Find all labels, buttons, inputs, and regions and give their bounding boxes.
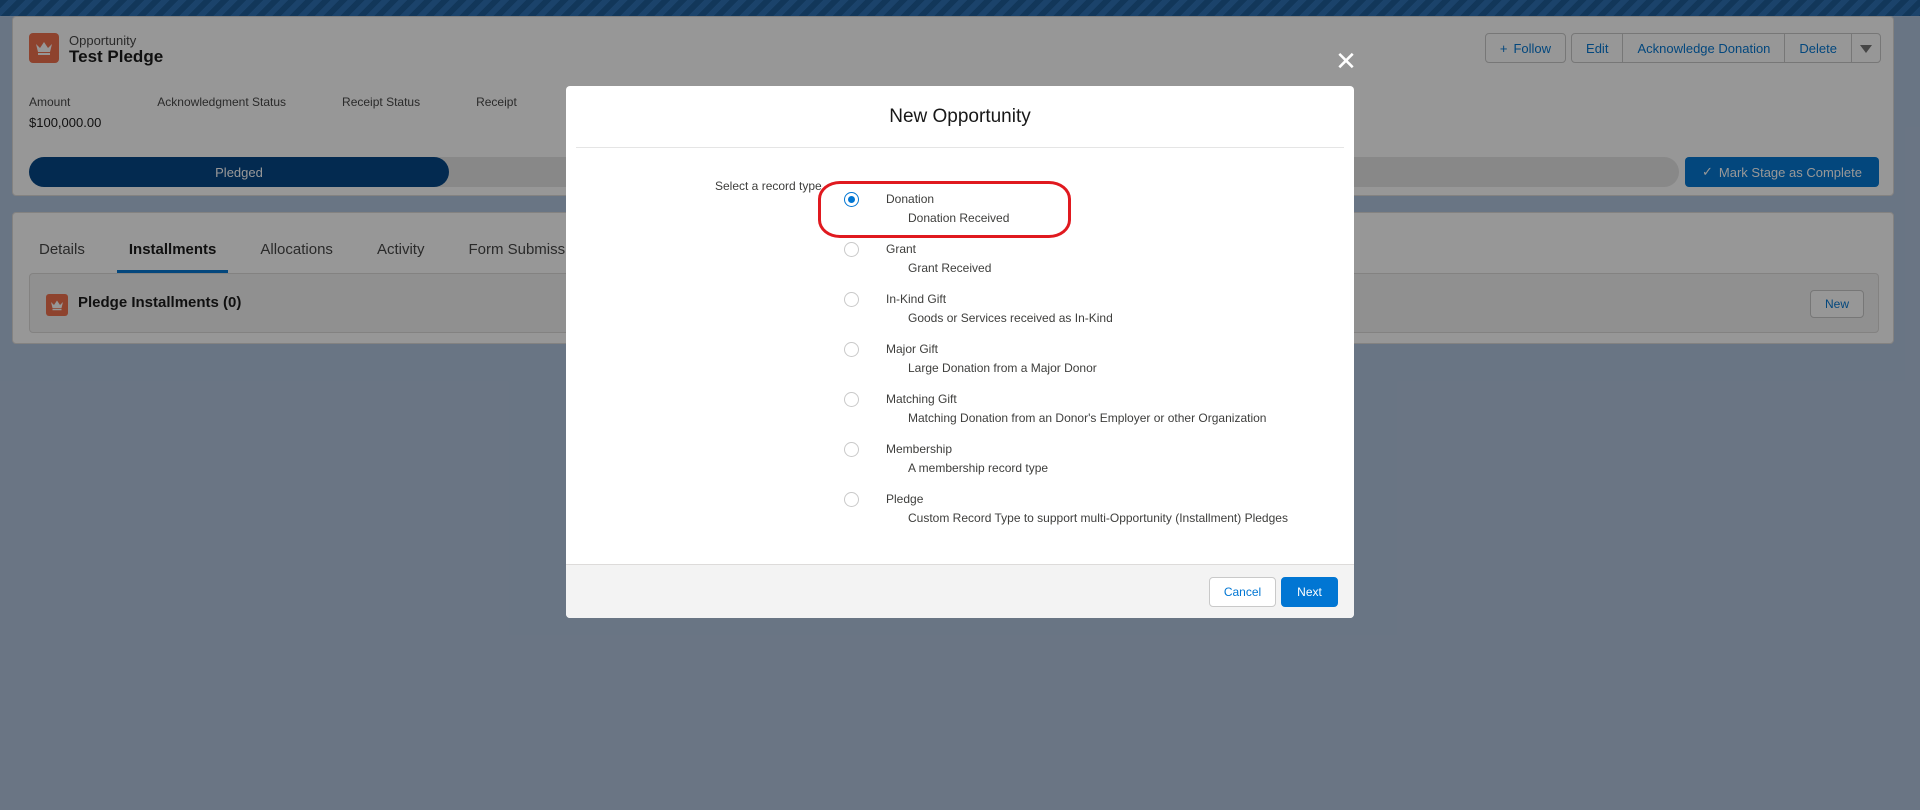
record-type-option-major-gift[interactable]: Major Gift Large Donation from a Major D…	[844, 342, 1324, 392]
option-description: Custom Record Type to support multi-Oppo…	[908, 511, 1288, 525]
record-type-option-pledge[interactable]: Pledge Custom Record Type to support mul…	[844, 492, 1324, 542]
option-name: Matching Gift	[886, 392, 957, 406]
modal-title: New Opportunity	[889, 105, 1031, 127]
cancel-button[interactable]: Cancel	[1209, 577, 1276, 607]
radio-button[interactable]	[844, 492, 859, 507]
option-name: In-Kind Gift	[886, 292, 947, 306]
option-description: Matching Donation from an Donor's Employ…	[908, 411, 1267, 425]
new-opportunity-modal: New Opportunity Select a record type Don…	[566, 86, 1354, 618]
radio-button[interactable]	[844, 342, 859, 357]
record-type-option-grant[interactable]: Grant Grant Received	[844, 242, 1324, 292]
record-type-option-matching-gift[interactable]: Matching Gift Matching Donation from an …	[844, 392, 1324, 442]
red-highlight-annotation	[818, 181, 1071, 238]
radio-button[interactable]	[844, 292, 859, 307]
modal-footer: Cancel Next	[566, 564, 1354, 618]
modal-header: New Opportunity	[576, 86, 1344, 148]
record-type-option-in-kind-gift[interactable]: In-Kind Gift Goods or Services received …	[844, 292, 1324, 342]
option-name: Major Gift	[886, 342, 939, 356]
next-button[interactable]: Next	[1281, 577, 1338, 607]
option-description: A membership record type	[908, 461, 1049, 475]
record-type-options: Donation Donation Received Grant Grant R…	[844, 192, 1324, 542]
option-name: Grant	[886, 242, 917, 256]
option-name: Pledge	[886, 492, 924, 506]
radio-button[interactable]	[844, 442, 859, 457]
option-description: Goods or Services received as In-Kind	[908, 311, 1113, 325]
radio-button[interactable]	[844, 392, 859, 407]
radio-button[interactable]	[844, 242, 859, 257]
option-description: Large Donation from a Major Donor	[908, 361, 1097, 375]
select-record-type-label: Select a record type	[715, 179, 822, 193]
option-description: Grant Received	[908, 261, 992, 275]
option-name: Membership	[886, 442, 953, 456]
record-type-option-membership[interactable]: Membership A membership record type	[844, 442, 1324, 492]
close-icon[interactable]: ✕	[1335, 48, 1357, 74]
